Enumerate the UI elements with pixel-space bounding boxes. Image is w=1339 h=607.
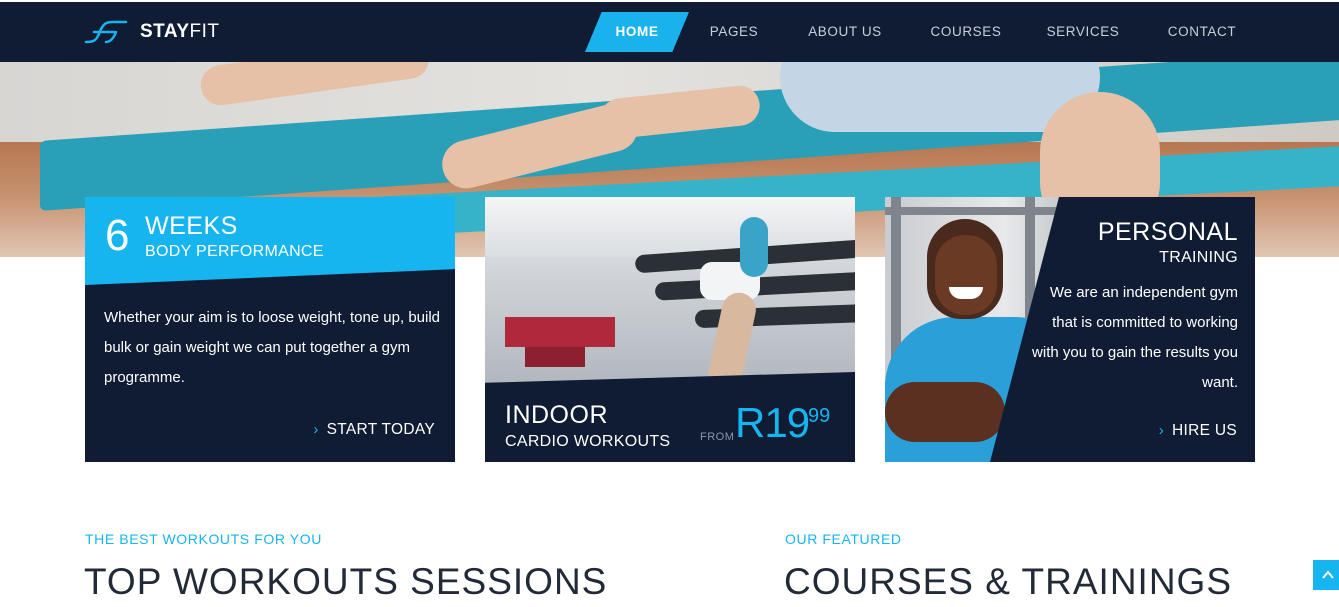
site-header: STAYFIT HOME PAGES ABOUT US COURSES SERV… bbox=[0, 2, 1339, 62]
price-from-label: FROM bbox=[700, 431, 735, 443]
nav-item-courses[interactable]: COURSES bbox=[925, 12, 1007, 52]
card-subtitle: BODY PERFORMANCE bbox=[145, 243, 324, 260]
card-indoor-cardio[interactable]: INDOOR CARDIO WORKOUTS FROM R19 99 bbox=[485, 197, 855, 462]
page: STAYFIT HOME PAGES ABOUT US COURSES SERV… bbox=[0, 0, 1339, 607]
card-six-weeks: 6 WEEKS BODY PERFORMANCE Whether your ai… bbox=[85, 197, 455, 462]
courses-eyebrow: OUR FEATURED bbox=[785, 531, 902, 547]
nav-item-services[interactable]: SERVICES bbox=[1043, 12, 1123, 52]
chevron-right-icon: › bbox=[1158, 422, 1165, 439]
hire-us-link[interactable]: › HIRE US bbox=[1159, 422, 1237, 440]
start-today-link[interactable]: › START TODAY bbox=[313, 421, 435, 439]
cta-label: HIRE US bbox=[1172, 422, 1237, 439]
logo-text: STAYFIT bbox=[140, 21, 220, 42]
workouts-eyebrow: THE BEST WORKOUTS FOR YOU bbox=[85, 531, 322, 547]
card-description: Whether your aim is to loose weight, ton… bbox=[104, 309, 441, 386]
card-description: We are an independent gym that is commit… bbox=[1032, 284, 1238, 391]
card-number: 6 bbox=[105, 211, 130, 260]
price-cents: 99 bbox=[808, 405, 831, 427]
chevron-right-icon: › bbox=[313, 421, 319, 438]
nav-item-about-us[interactable]: ABOUT US bbox=[801, 12, 889, 52]
nav-item-pages[interactable]: PAGES bbox=[697, 12, 771, 52]
chevron-up-icon bbox=[1322, 570, 1334, 579]
workouts-section-title: TOP WORKOUTS SESSIONS bbox=[84, 561, 608, 602]
card-personal-training: PERSONAL TRAINING We are an independent … bbox=[885, 197, 1255, 462]
nav-item-home[interactable]: HOME bbox=[585, 12, 689, 52]
logo-mark-icon bbox=[84, 20, 128, 44]
logo[interactable]: STAYFIT bbox=[84, 16, 220, 48]
card-title: INDOOR bbox=[505, 401, 608, 429]
card-title: WEEKS bbox=[145, 212, 238, 240]
cta-label: START TODAY bbox=[326, 421, 435, 438]
courses-section-title: COURSES & TRAININGS bbox=[784, 561, 1233, 602]
card-subtitle: CARDIO WORKOUTS bbox=[505, 433, 671, 450]
card-header-band bbox=[85, 197, 455, 285]
price-main: R19 bbox=[735, 399, 810, 446]
nav-item-contact[interactable]: CONTACT bbox=[1160, 12, 1244, 52]
scroll-to-top-button[interactable] bbox=[1313, 560, 1339, 590]
card-subtitle: TRAINING bbox=[1159, 249, 1238, 266]
card-title: PERSONAL bbox=[1097, 218, 1238, 246]
treadmill-photo bbox=[485, 197, 855, 397]
